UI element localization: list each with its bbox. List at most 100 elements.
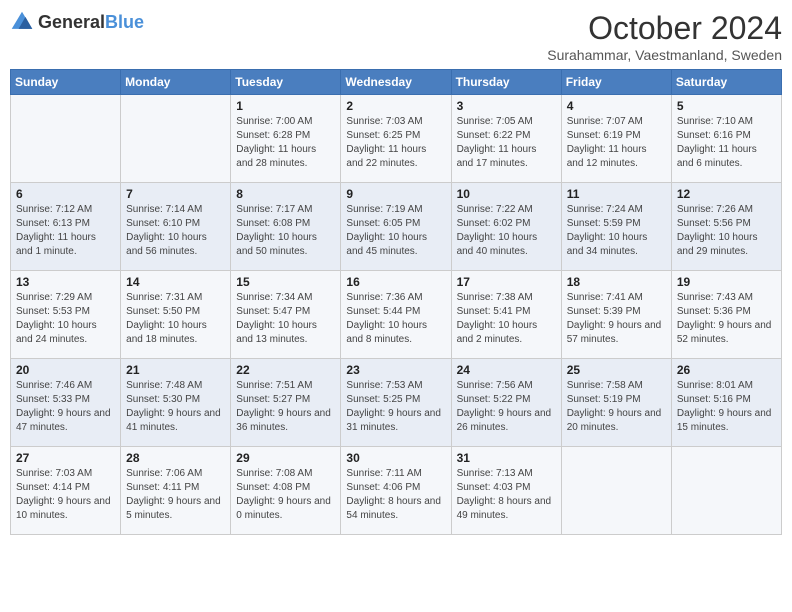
day-info: Sunrise: 7:19 AMSunset: 6:05 PMDaylight:… bbox=[346, 203, 445, 259]
day-number: 29 bbox=[236, 451, 335, 465]
calendar-cell: 22 Sunrise: 7:51 AMSunset: 5:27 PMDayligh… bbox=[231, 359, 341, 447]
calendar-cell: 17 Sunrise: 7:38 AMSunset: 5:41 PMDayligh… bbox=[451, 271, 561, 359]
day-number: 24 bbox=[457, 363, 556, 377]
weekday-header-saturday: Saturday bbox=[671, 70, 781, 95]
calendar-cell: 8Sunrise: 7:17 AMSunset: 6:08 PMDaylight… bbox=[231, 183, 341, 271]
calendar-cell: 27 Sunrise: 7:03 AMSunset: 4:14 PMDayligh… bbox=[11, 447, 121, 535]
title-block: October 2024 Surahammar, Vaestmanland, S… bbox=[547, 10, 782, 63]
calendar-week-2: 6 Sunrise: 7:12 AMSunset: 6:13 PMDaylight… bbox=[11, 183, 782, 271]
day-number: 18 bbox=[567, 275, 666, 289]
day-number: 4 bbox=[567, 99, 666, 113]
day-number: 3 bbox=[457, 99, 556, 113]
day-info: Sunrise: 7:13 AMSunset: 4:03 PMDaylight:… bbox=[457, 467, 556, 523]
day-info: Sunrise: 7:36 AMSunset: 5:44 PMDaylight:… bbox=[346, 291, 445, 347]
day-number: 10 bbox=[457, 187, 556, 201]
calendar-week-4: 20 Sunrise: 7:46 AMSunset: 5:33 PMDayligh… bbox=[11, 359, 782, 447]
day-info: Sunrise: 7:24 AMSunset: 5:59 PMDaylight:… bbox=[567, 203, 666, 259]
day-number: 31 bbox=[457, 451, 556, 465]
calendar-cell: 14 Sunrise: 7:31 AMSunset: 5:50 PMDayligh… bbox=[121, 271, 231, 359]
calendar-table: SundayMondayTuesdayWednesdayThursdayFrid… bbox=[10, 69, 782, 535]
calendar-cell: 30 Sunrise: 7:11 AMSunset: 4:06 PMDayligh… bbox=[341, 447, 451, 535]
weekday-header-friday: Friday bbox=[561, 70, 671, 95]
day-info: Sunrise: 7:07 AMSunset: 6:19 PMDaylight:… bbox=[567, 115, 666, 171]
day-info: Sunrise: 7:38 AMSunset: 5:41 PMDaylight:… bbox=[457, 291, 556, 347]
day-number: 15 bbox=[236, 275, 335, 289]
day-info: Sunrise: 7:34 AMSunset: 5:47 PMDaylight:… bbox=[236, 291, 335, 347]
calendar-cell: 2Sunrise: 7:03 AMSunset: 6:25 PMDaylight… bbox=[341, 95, 451, 183]
calendar-week-5: 27 Sunrise: 7:03 AMSunset: 4:14 PMDayligh… bbox=[11, 447, 782, 535]
weekday-header-monday: Monday bbox=[121, 70, 231, 95]
day-info: Sunrise: 7:05 AMSunset: 6:22 PMDaylight:… bbox=[457, 115, 556, 171]
day-number: 20 bbox=[16, 363, 115, 377]
day-info: Sunrise: 7:41 AMSunset: 5:39 PMDaylight:… bbox=[567, 291, 666, 347]
calendar-week-3: 13 Sunrise: 7:29 AMSunset: 5:53 PMDayligh… bbox=[11, 271, 782, 359]
day-number: 13 bbox=[16, 275, 115, 289]
logo-icon bbox=[10, 10, 34, 34]
day-info: Sunrise: 7:51 AMSunset: 5:27 PMDaylight:… bbox=[236, 379, 335, 435]
day-info: Sunrise: 7:22 AMSunset: 6:02 PMDaylight:… bbox=[457, 203, 556, 259]
day-info: Sunrise: 7:26 AMSunset: 5:56 PMDaylight:… bbox=[677, 203, 776, 259]
calendar-cell: 12 Sunrise: 7:26 AMSunset: 5:56 PMDayligh… bbox=[671, 183, 781, 271]
calendar-cell: 15 Sunrise: 7:34 AMSunset: 5:47 PMDayligh… bbox=[231, 271, 341, 359]
calendar-week-1: 1Sunrise: 7:00 AMSunset: 6:28 PMDaylight… bbox=[11, 95, 782, 183]
calendar-cell: 31 Sunrise: 7:13 AMSunset: 4:03 PMDayligh… bbox=[451, 447, 561, 535]
day-number: 7 bbox=[126, 187, 225, 201]
logo: GeneralBlue bbox=[10, 10, 144, 34]
day-number: 28 bbox=[126, 451, 225, 465]
calendar-cell: 1Sunrise: 7:00 AMSunset: 6:28 PMDaylight… bbox=[231, 95, 341, 183]
day-number: 26 bbox=[677, 363, 776, 377]
calendar-cell: 9 Sunrise: 7:19 AMSunset: 6:05 PMDaylight… bbox=[341, 183, 451, 271]
weekday-header-wednesday: Wednesday bbox=[341, 70, 451, 95]
day-info: Sunrise: 7:56 AMSunset: 5:22 PMDaylight:… bbox=[457, 379, 556, 435]
month-title: October 2024 bbox=[547, 10, 782, 47]
calendar-cell bbox=[671, 447, 781, 535]
day-number: 12 bbox=[677, 187, 776, 201]
calendar-cell: 13 Sunrise: 7:29 AMSunset: 5:53 PMDayligh… bbox=[11, 271, 121, 359]
calendar-cell: 28 Sunrise: 7:06 AMSunset: 4:11 PMDayligh… bbox=[121, 447, 231, 535]
calendar-cell: 23Sunrise: 7:53 AMSunset: 5:25 PMDayligh… bbox=[341, 359, 451, 447]
calendar-cell bbox=[561, 447, 671, 535]
calendar-body: 1Sunrise: 7:00 AMSunset: 6:28 PMDaylight… bbox=[11, 95, 782, 535]
calendar-cell: 29 Sunrise: 7:08 AMSunset: 4:08 PMDayligh… bbox=[231, 447, 341, 535]
calendar-cell: 18 Sunrise: 7:41 AMSunset: 5:39 PMDayligh… bbox=[561, 271, 671, 359]
day-number: 21 bbox=[126, 363, 225, 377]
day-info: Sunrise: 7:46 AMSunset: 5:33 PMDaylight:… bbox=[16, 379, 115, 435]
calendar-header: SundayMondayTuesdayWednesdayThursdayFrid… bbox=[11, 70, 782, 95]
day-info: Sunrise: 7:31 AMSunset: 5:50 PMDaylight:… bbox=[126, 291, 225, 347]
day-number: 5 bbox=[677, 99, 776, 113]
day-info: Sunrise: 7:12 AMSunset: 6:13 PMDaylight:… bbox=[16, 203, 115, 259]
day-info: Sunrise: 7:29 AMSunset: 5:53 PMDaylight:… bbox=[16, 291, 115, 347]
day-number: 30 bbox=[346, 451, 445, 465]
day-number: 6 bbox=[16, 187, 115, 201]
day-number: 8 bbox=[236, 187, 335, 201]
weekday-header-thursday: Thursday bbox=[451, 70, 561, 95]
calendar-cell: 4 Sunrise: 7:07 AMSunset: 6:19 PMDaylight… bbox=[561, 95, 671, 183]
day-info: Sunrise: 7:06 AMSunset: 4:11 PMDaylight:… bbox=[126, 467, 225, 523]
calendar-cell: 16 Sunrise: 7:36 AMSunset: 5:44 PMDayligh… bbox=[341, 271, 451, 359]
location-subtitle: Surahammar, Vaestmanland, Sweden bbox=[547, 47, 782, 63]
calendar-cell: 5Sunrise: 7:10 AMSunset: 6:16 PMDaylight… bbox=[671, 95, 781, 183]
calendar-cell: 6 Sunrise: 7:12 AMSunset: 6:13 PMDaylight… bbox=[11, 183, 121, 271]
day-info: Sunrise: 7:14 AMSunset: 6:10 PMDaylight:… bbox=[126, 203, 225, 259]
day-number: 23 bbox=[346, 363, 445, 377]
day-number: 11 bbox=[567, 187, 666, 201]
day-number: 9 bbox=[346, 187, 445, 201]
day-number: 16 bbox=[346, 275, 445, 289]
calendar-cell: 25Sunrise: 7:58 AMSunset: 5:19 PMDayligh… bbox=[561, 359, 671, 447]
calendar-cell: 26 Sunrise: 8:01 AMSunset: 5:16 PMDayligh… bbox=[671, 359, 781, 447]
calendar-cell: 10 Sunrise: 7:22 AMSunset: 6:02 PMDayligh… bbox=[451, 183, 561, 271]
day-number: 19 bbox=[677, 275, 776, 289]
day-number: 22 bbox=[236, 363, 335, 377]
day-number: 14 bbox=[126, 275, 225, 289]
logo-text: GeneralBlue bbox=[38, 12, 144, 33]
calendar-cell: 3 Sunrise: 7:05 AMSunset: 6:22 PMDaylight… bbox=[451, 95, 561, 183]
day-number: 27 bbox=[16, 451, 115, 465]
day-info: Sunrise: 7:08 AMSunset: 4:08 PMDaylight:… bbox=[236, 467, 335, 523]
day-info: Sunrise: 8:01 AMSunset: 5:16 PMDaylight:… bbox=[677, 379, 776, 435]
weekday-header-tuesday: Tuesday bbox=[231, 70, 341, 95]
calendar-cell bbox=[121, 95, 231, 183]
day-info: Sunrise: 7:03 AMSunset: 4:14 PMDaylight:… bbox=[16, 467, 115, 523]
day-number: 17 bbox=[457, 275, 556, 289]
calendar-cell: 7 Sunrise: 7:14 AMSunset: 6:10 PMDaylight… bbox=[121, 183, 231, 271]
day-info: Sunrise: 7:11 AMSunset: 4:06 PMDaylight:… bbox=[346, 467, 445, 523]
